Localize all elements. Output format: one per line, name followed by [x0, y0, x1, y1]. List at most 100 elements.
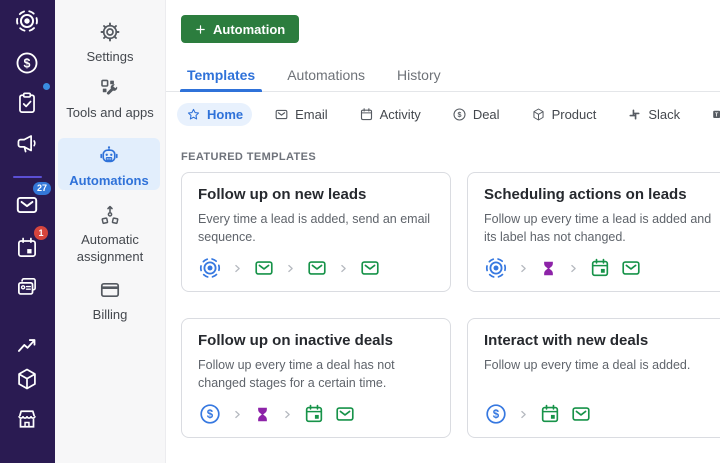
tasks-notification-dot — [43, 83, 50, 90]
template-card[interactable]: Follow up on new leads Every time a lead… — [181, 172, 451, 292]
template-card[interactable]: Interact with new deals Follow up every … — [467, 318, 720, 438]
rail-divider — [13, 176, 42, 178]
template-title: Scheduling actions on leads — [484, 186, 687, 203]
template-flow — [198, 402, 356, 426]
nav-insights[interactable] — [14, 332, 40, 358]
automations-page: Automation Templates Automations History… — [166, 0, 720, 463]
filter-email[interactable]: Email — [265, 103, 337, 126]
filter-slack[interactable]: Slack — [618, 103, 689, 126]
tab-automations[interactable]: Automations — [287, 64, 365, 91]
campaigns-megaphone-icon — [14, 131, 40, 157]
sidebar-item-label: Automations — [69, 173, 149, 188]
template-description: Follow up every time a deal is added. — [484, 358, 691, 372]
sidebar-item-settings[interactable]: Settings — [55, 20, 165, 65]
tools-icon — [98, 76, 122, 100]
sidebar-item-label: Settings — [86, 49, 134, 64]
chevron-right-icon — [284, 262, 297, 275]
template-description: Follow up every time a deal has not chan… — [198, 358, 395, 391]
envelope-icon — [274, 107, 289, 122]
template-title: Interact with new deals — [484, 332, 649, 349]
cube-icon — [531, 107, 546, 122]
template-card[interactable]: Follow up on inactive deals Follow up ev… — [181, 318, 451, 438]
filter-label: Product — [551, 107, 597, 122]
deals-dollar-icon — [14, 50, 40, 76]
chevron-right-icon — [517, 262, 530, 275]
deal-icon — [484, 402, 508, 426]
filter-deal[interactable]: Deal — [443, 103, 509, 126]
leads-target-icon — [14, 8, 40, 34]
tab-history[interactable]: History — [397, 64, 441, 91]
credit-card-icon — [98, 278, 122, 302]
mail-envelope-icon — [14, 192, 40, 218]
filter-product[interactable]: Product — [522, 103, 606, 126]
filter-label: Email — [295, 107, 328, 122]
template-card-grid: Follow up on new leads Every time a lead… — [181, 172, 720, 438]
template-flow — [484, 402, 592, 426]
sidebar-item-tools-and-apps[interactable]: Tools and apps — [55, 76, 165, 121]
sidebar-item-billing[interactable]: Billing — [55, 278, 165, 323]
gear-icon — [98, 20, 122, 44]
filter-label: Activity — [379, 107, 421, 122]
chevron-right-icon — [231, 262, 244, 275]
calendar-icon — [359, 107, 374, 122]
activity-icon — [589, 257, 611, 279]
activity-icon — [539, 403, 561, 425]
calendar-badge: 1 — [34, 226, 48, 240]
nav-leads[interactable] — [14, 8, 40, 34]
sidebar-item-label: Tools and apps — [66, 105, 154, 120]
email-icon — [570, 403, 592, 425]
template-description: Every time a lead is added, send an emai… — [198, 212, 431, 245]
tab-templates[interactable]: Templates — [179, 64, 263, 92]
primary-nav-rail: 27 1 — [0, 0, 55, 463]
nav-products[interactable] — [14, 366, 40, 392]
marketplace-store-icon — [14, 406, 40, 432]
nav-calendar[interactable]: 1 — [14, 226, 48, 261]
chevron-right-icon — [231, 408, 244, 421]
nav-deals[interactable] — [14, 50, 40, 76]
star-icon — [186, 107, 201, 122]
sidebar-item-label: Automatic assignment — [76, 232, 144, 264]
filter-home[interactable]: Home — [177, 103, 253, 126]
chevron-right-icon — [567, 262, 580, 275]
featured-templates-heading: FEATURED TEMPLATES — [181, 151, 317, 163]
email-icon — [306, 257, 328, 279]
mail-unread-badge: 27 — [32, 182, 51, 195]
template-card[interactable]: Scheduling actions on leads Follow up ev… — [467, 172, 720, 292]
delay-icon — [253, 405, 272, 424]
tasks-clipboard-icon — [14, 90, 40, 116]
email-icon — [620, 257, 642, 279]
template-title: Follow up on inactive deals — [198, 332, 394, 349]
products-cube-icon — [14, 366, 40, 392]
filter-teams[interactable]: Teams — [702, 103, 720, 126]
filter-activity[interactable]: Activity — [350, 103, 430, 126]
chevron-right-icon — [517, 408, 530, 421]
new-automation-button[interactable]: Automation — [181, 15, 300, 43]
contacts-cards-icon — [14, 274, 40, 300]
chevron-right-icon — [281, 408, 294, 421]
email-icon — [359, 257, 381, 279]
filter-label: Home — [207, 107, 244, 122]
deal-icon — [198, 402, 222, 426]
nav-contacts[interactable] — [14, 274, 40, 300]
tab-bar: Templates Automations History — [166, 64, 720, 92]
activity-icon — [303, 403, 325, 425]
nav-marketplace[interactable] — [14, 406, 40, 432]
nav-mail[interactable]: 27 — [14, 182, 51, 218]
sidebar-item-automatic-assignment[interactable]: Automatic assignment — [55, 203, 165, 265]
plus-icon — [195, 24, 206, 35]
teams-icon — [711, 107, 720, 122]
template-flow — [484, 256, 642, 280]
settings-sidebar: Settings Tools and apps Automations Auto… — [55, 0, 166, 463]
dollar-circle-icon — [452, 107, 467, 122]
sidebar-item-automations[interactable]: Automations — [58, 138, 160, 190]
calendar-icon — [14, 235, 40, 261]
nav-campaigns[interactable] — [14, 131, 40, 157]
new-automation-label: Automation — [213, 21, 286, 37]
sidebar-item-label: Billing — [92, 307, 128, 322]
delay-icon — [539, 259, 558, 278]
slack-icon — [627, 107, 642, 122]
lead-icon — [198, 256, 222, 280]
chevron-right-icon — [337, 262, 350, 275]
nav-tasks[interactable] — [14, 83, 50, 116]
filter-label: Slack — [648, 107, 681, 122]
